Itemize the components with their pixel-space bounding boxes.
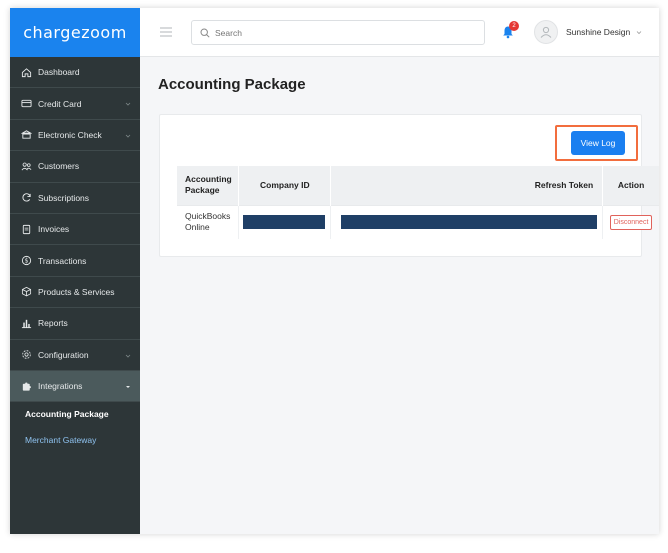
sidebar-item-label: Credit Card xyxy=(38,98,82,109)
sidebar-item-label: Transactions xyxy=(38,255,87,266)
action-cell: Disconnect xyxy=(602,204,659,239)
column-header-accounting-package: Accounting Package xyxy=(177,166,240,205)
table-header-row: Accounting Package Company ID Refresh To… xyxy=(177,166,659,205)
sidebar-nav: Dashboard Credit Card Electronic Check C… xyxy=(10,57,140,403)
accounting-package-card: View Log Accounting Package Company ID R… xyxy=(159,114,659,257)
sidebar-item-reports[interactable]: Reports xyxy=(10,308,140,340)
disconnect-button[interactable]: Disconnect xyxy=(609,214,653,230)
company-id-cell xyxy=(238,204,332,239)
sidebar-item-integrations[interactable]: Integrations xyxy=(10,370,140,403)
chevron-down-icon[interactable] xyxy=(636,30,642,35)
page-title: Accounting Package xyxy=(158,76,306,93)
avatar[interactable] xyxy=(534,20,558,44)
sidebar-item-label: Customers xyxy=(38,161,80,172)
redacted-refresh-token xyxy=(341,215,598,230)
users-icon xyxy=(20,160,32,172)
sidebar-item-invoices[interactable]: Invoices xyxy=(10,214,140,246)
sidebar-item-customers[interactable]: Customers xyxy=(10,151,140,183)
sidebar-item-label: Reports xyxy=(38,318,68,329)
bank-icon xyxy=(20,129,32,141)
sidebar-subitem-accounting-package[interactable]: Accounting Package xyxy=(10,402,140,427)
home-icon xyxy=(20,66,32,78)
user-name[interactable]: Sunshine Design xyxy=(566,27,630,37)
menu-icon[interactable] xyxy=(160,27,172,37)
sidebar-item-subscriptions[interactable]: Subscriptions xyxy=(10,183,140,214)
sidebar-item-label: Subscriptions xyxy=(38,192,90,203)
sidebar-subitem-merchant-gateway[interactable]: Merchant Gateway xyxy=(10,427,140,453)
search-input[interactable] xyxy=(215,27,475,38)
sidebar-item-configuration[interactable]: Configuration xyxy=(10,340,140,371)
sidebar-item-label: Integrations xyxy=(38,381,83,392)
bar-chart-icon xyxy=(20,317,32,329)
sidebar-item-dashboard[interactable]: Dashboard xyxy=(10,57,140,89)
accounting-table: Accounting Package Company ID Refresh To… xyxy=(177,166,659,239)
user-icon xyxy=(540,26,552,38)
puzzle-icon xyxy=(20,380,32,392)
gear-icon xyxy=(20,349,32,361)
column-header-action: Action xyxy=(602,166,659,205)
sidebar-item-label: Dashboard xyxy=(38,67,80,78)
sidebar-item-electronic-check[interactable]: Electronic Check xyxy=(10,120,140,152)
logo-bar[interactable]: chargezoom xyxy=(10,8,140,57)
chevron-down-icon xyxy=(125,134,131,138)
sidebar-item-transactions[interactable]: $ Transactions xyxy=(10,245,140,277)
chevron-down-icon xyxy=(125,354,131,358)
column-header-refresh-token: Refresh Token xyxy=(330,166,604,205)
dollar-icon: $ xyxy=(20,255,32,267)
refresh-icon xyxy=(20,192,32,204)
notification-badge: 2 xyxy=(509,21,519,31)
sidebar: chargezoom Dashboard Credit Card Electro… xyxy=(10,8,140,534)
sidebar-item-credit-card[interactable]: Credit Card xyxy=(10,88,140,120)
sidebar-item-label: Configuration xyxy=(38,349,89,360)
search-icon xyxy=(200,27,210,38)
credit-card-icon xyxy=(20,98,32,110)
chevron-down-icon xyxy=(126,385,130,388)
chevron-down-icon xyxy=(125,103,131,106)
view-log-button[interactable]: View Log xyxy=(571,131,625,155)
table-row: QuickBooks Online Disconnect xyxy=(177,204,659,239)
top-bar: 2 Sunshine Design xyxy=(140,8,659,57)
search-box[interactable] xyxy=(191,20,485,45)
box-icon xyxy=(20,286,32,298)
column-header-company-id: Company ID xyxy=(238,166,332,205)
redacted-company-id xyxy=(243,215,326,230)
refresh-token-cell xyxy=(330,204,604,239)
sidebar-item-products-services[interactable]: Products & Services xyxy=(10,277,140,309)
sidebar-item-label: Electronic Check xyxy=(38,129,102,140)
app-window: chargezoom Dashboard Credit Card Electro… xyxy=(10,8,659,534)
logo: chargezoom xyxy=(23,23,127,42)
invoice-icon xyxy=(20,223,32,235)
sidebar-item-label: Invoices xyxy=(38,224,70,235)
sidebar-item-label: Products & Services xyxy=(38,286,115,297)
svg-text:$: $ xyxy=(24,258,28,265)
package-name-cell: QuickBooks Online xyxy=(177,204,240,239)
